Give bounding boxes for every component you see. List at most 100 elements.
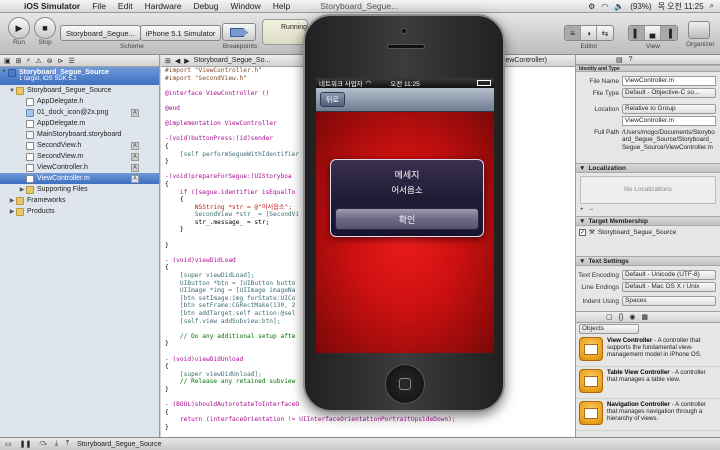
alert-dialog: 메세지 어서옵소 확인 xyxy=(330,159,484,237)
forward-arrow-icon[interactable]: ▶ xyxy=(184,57,189,65)
code-line[interactable]: } xyxy=(161,424,575,432)
file-inspector-icon[interactable]: ▤ xyxy=(616,56,623,64)
standard-editor-icon[interactable]: ≡ xyxy=(565,26,581,40)
library-filter-popup[interactable]: Objects xyxy=(579,324,639,334)
disclosure-icon[interactable]: ▶ xyxy=(8,208,16,215)
debug-target[interactable]: Storyboard_Segue_Source xyxy=(77,441,161,448)
file-tree-item[interactable]: AppDelegate.m xyxy=(0,118,159,129)
file-tree-item[interactable]: 01_dock_icon@2x.png A xyxy=(0,107,159,118)
simulator-screen[interactable]: 네트워크 사업자 ◠ 오전 11:25 뒤로 메세지 어서옵소 확인 xyxy=(316,78,494,353)
volume-icon[interactable]: 🔈 xyxy=(614,2,624,11)
menu-edit[interactable]: Edit xyxy=(112,1,139,11)
media-library-icon[interactable]: ▦ xyxy=(641,313,648,321)
jump-trailing[interactable]: ViewController) xyxy=(499,57,575,64)
menu-file[interactable]: File xyxy=(86,1,112,11)
file-template-icon[interactable]: ▢ xyxy=(606,313,613,321)
localization-buttons: + − xyxy=(580,207,716,213)
file-name: ViewController.m xyxy=(37,175,90,182)
run-button[interactable]: ▶ Run xyxy=(8,17,30,46)
step-over-icon[interactable]: ⤼ xyxy=(39,440,46,448)
target-checkbox[interactable]: ✓ xyxy=(579,228,586,236)
menu-app-name[interactable]: iOS Simulator xyxy=(18,1,86,11)
alert-ok-button[interactable]: 확인 xyxy=(335,208,479,230)
breakpoints-button[interactable] xyxy=(222,23,256,41)
file-tree-item[interactable]: AppDelegate.h xyxy=(0,96,159,107)
version-editor-icon[interactable]: ⇆ xyxy=(597,26,613,40)
log-tab-icon[interactable]: ☰ xyxy=(68,57,74,65)
file-tree-item[interactable]: SecondView.m A xyxy=(0,151,159,162)
step-out-icon[interactable]: ⤒ xyxy=(66,440,69,448)
console-toggle-icon[interactable]: ▭ xyxy=(5,440,12,448)
location-file-field[interactable]: ViewController.m xyxy=(622,116,716,126)
folder-tab-icon[interactable]: ▣ xyxy=(4,57,11,65)
disclosure-icon[interactable]: ▼ xyxy=(0,69,8,75)
text-settings-header[interactable]: ▼ Text Settings xyxy=(576,256,720,266)
source-file-icon xyxy=(26,163,34,172)
scheme-destination[interactable]: iPhone 5.1 Simulator xyxy=(139,25,222,41)
file-tree-item[interactable]: ▶ Frameworks xyxy=(0,195,159,206)
home-icon xyxy=(399,378,411,390)
disclosure-icon[interactable]: ▶ xyxy=(18,186,26,193)
library-item[interactable]: View Controller - A controller that supp… xyxy=(576,335,720,367)
related-files-icon[interactable]: ⊞ xyxy=(165,57,171,65)
clock[interactable]: 목 오전 11:25 xyxy=(658,1,704,12)
menu-window[interactable]: Window xyxy=(225,1,267,11)
issue-tab-icon[interactable]: ⚠ xyxy=(35,57,41,65)
spotlight-icon[interactable]: ⌕ xyxy=(710,1,714,11)
status-menu-icon[interactable]: ⚙ xyxy=(588,2,595,11)
add-localization-icon[interactable]: + xyxy=(580,207,584,213)
menu-hardware[interactable]: Hardware xyxy=(139,1,188,11)
quick-help-icon[interactable]: ? xyxy=(629,56,633,63)
library-item[interactable]: Navigation Controller - A controller tha… xyxy=(576,399,720,431)
code-line[interactable]: return (interfaceOrientation != UIInterf… xyxy=(161,416,575,424)
text-settings-label: Text Settings xyxy=(588,257,629,265)
scheme-selector[interactable]: Storyboard_Segue... iPhone 5.1 Simulator xyxy=(60,25,222,41)
breakpoint-tab-icon[interactable]: ⊳ xyxy=(58,57,64,65)
file-tree-item[interactable]: ▶ Supporting Files xyxy=(0,184,159,195)
file-tree-item[interactable]: MainStoryboard.storyboard xyxy=(0,129,159,140)
home-button[interactable] xyxy=(385,364,425,404)
step-into-icon[interactable]: ⤓ xyxy=(55,440,58,448)
location-popup[interactable]: Relative to Group xyxy=(622,104,716,114)
utilities-toggle-icon[interactable]: ▐ xyxy=(661,26,677,40)
identity-header[interactable]: Identity and Type xyxy=(576,65,720,72)
menu-help[interactable]: Help xyxy=(267,1,296,11)
file-name-field[interactable]: ViewController.m xyxy=(622,76,716,86)
line-endings-popup[interactable]: Default - Mac OS X / Unix xyxy=(622,282,716,292)
object-library-icon[interactable]: ◉ xyxy=(629,313,635,321)
text-encoding-popup[interactable]: Default - Unicode (UTF-8) xyxy=(622,270,716,280)
indent-popup[interactable]: Spaces xyxy=(622,296,716,306)
debug-tab-icon[interactable]: ⊜ xyxy=(47,57,53,65)
file-tree-item[interactable]: ▼ Storyboard_Segue_Source xyxy=(0,85,159,96)
file-tree-item[interactable]: ▶ Products xyxy=(0,206,159,217)
stop-button[interactable]: ■ Stop xyxy=(34,17,56,46)
file-type-popup[interactable]: Default - Objective-C so... xyxy=(622,88,716,98)
library-item[interactable]: Table View Controller - A controller tha… xyxy=(576,367,720,399)
file-tree-item[interactable]: SecondView.h A xyxy=(0,140,159,151)
back-button[interactable]: 뒤로 xyxy=(320,92,345,107)
disclosure-icon[interactable]: ▼ xyxy=(8,88,16,94)
organizer-button[interactable]: Organizer xyxy=(686,21,715,48)
symbol-tab-icon[interactable]: ⊞ xyxy=(16,57,22,65)
scheme-name[interactable]: Storyboard_Segue... xyxy=(60,25,141,41)
disclosure-icon[interactable]: ▶ xyxy=(8,197,16,204)
battery-level[interactable]: (93%) xyxy=(630,2,651,11)
navigator-toggle-icon[interactable]: ▌ xyxy=(629,26,645,40)
wifi-icon[interactable]: ◠ xyxy=(601,2,608,11)
menu-debug[interactable]: Debug xyxy=(187,1,224,11)
file-tree-item[interactable]: ViewController.m A xyxy=(0,173,159,184)
project-root[interactable]: ▼ Storyboard_Segue_Source 1 target, iOS … xyxy=(0,67,159,85)
library-item-text: Navigation Controller - A controller tha… xyxy=(607,401,717,428)
ios-time: 오전 11:25 xyxy=(390,81,420,88)
assistant-editor-icon[interactable]: ◑ xyxy=(581,26,597,40)
search-tab-icon[interactable]: ⌕ xyxy=(27,57,31,65)
target-membership-header[interactable]: ▼ Target Membership xyxy=(576,216,720,226)
code-snippet-icon[interactable]: {} xyxy=(619,314,624,321)
debug-toggle-icon[interactable]: ▄ xyxy=(645,26,661,40)
pause-icon[interactable]: ❚❚ xyxy=(20,440,32,448)
back-arrow-icon[interactable]: ◀ xyxy=(175,57,180,65)
file-tree-item[interactable]: ViewController.h A xyxy=(0,162,159,173)
jump-path[interactable]: Storyboard_Segue_So... xyxy=(194,57,271,64)
remove-localization-icon[interactable]: − xyxy=(590,207,594,213)
localization-header[interactable]: ▼ Localization xyxy=(576,163,720,173)
